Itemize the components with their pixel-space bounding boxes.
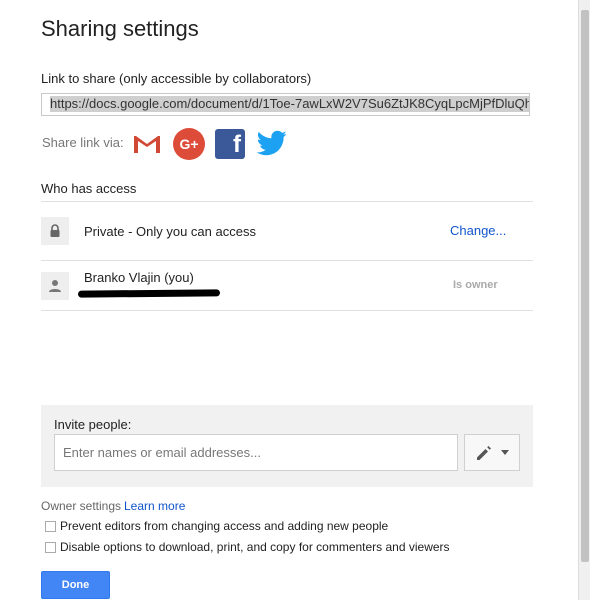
invite-email-input[interactable]: Enter names or email addresses... [54, 434, 458, 471]
who-has-access-title: Who has access [41, 181, 137, 196]
disable-download-checkbox[interactable] [45, 541, 56, 553]
owner-role-label: Is owner [453, 279, 498, 291]
disable-download-option[interactable]: Disable options to download, print, and … [45, 540, 450, 554]
twitter-icon[interactable] [256, 128, 288, 160]
pencil-icon [477, 445, 491, 460]
scrollbar-thumb[interactable] [581, 10, 589, 562]
sharing-settings-dialog: Sharing settings Link to share (only acc… [0, 0, 579, 600]
owner-avatar [41, 272, 69, 300]
share-link-via-label: Share link via: [42, 135, 124, 150]
owner-name: Branko Vlajin (you) [84, 270, 194, 285]
chevron-down-icon [501, 450, 509, 455]
done-button[interactable]: Done [41, 571, 110, 599]
google-plus-label: G+ [179, 136, 199, 152]
change-visibility-link[interactable]: Change... [450, 223, 506, 238]
disable-download-label: Disable options to download, print, and … [60, 540, 450, 554]
dialog-title: Sharing settings [41, 16, 199, 41]
lock-icon [50, 224, 60, 237]
visibility-icon-box [41, 217, 69, 245]
facebook-label: f [233, 131, 241, 158]
prevent-editors-option[interactable]: Prevent editors from changing access and… [45, 519, 388, 533]
redacted-email [77, 289, 221, 298]
prevent-editors-label: Prevent editors from changing access and… [60, 519, 389, 533]
facebook-icon: f [215, 129, 245, 159]
visibility-status: Private - Only you can access [84, 224, 256, 239]
scrollbar[interactable] [578, 0, 590, 600]
link-to-share-label: Link to share (only accessible by collab… [41, 71, 312, 86]
prevent-editors-checkbox[interactable] [45, 520, 56, 532]
share-link-field[interactable]: https://docs.google.com/document/d/1Toe-… [41, 93, 530, 116]
person-icon [49, 280, 61, 292]
divider [41, 310, 533, 311]
permission-dropdown-button[interactable] [464, 434, 520, 471]
invite-panel: Invite people: Enter names or email addr… [41, 405, 533, 487]
learn-more-link[interactable]: Learn more [124, 499, 185, 513]
owner-settings-label: Owner settings [41, 499, 122, 513]
google-plus-icon[interactable]: G+ [173, 128, 205, 160]
divider [41, 260, 533, 261]
invite-people-label: Invite people: [54, 417, 132, 432]
share-link-url: https://docs.google.com/document/d/1Toe-… [50, 96, 529, 112]
facebook-button[interactable]: f [214, 128, 246, 160]
gmail-icon[interactable] [131, 128, 163, 160]
divider [41, 201, 533, 202]
